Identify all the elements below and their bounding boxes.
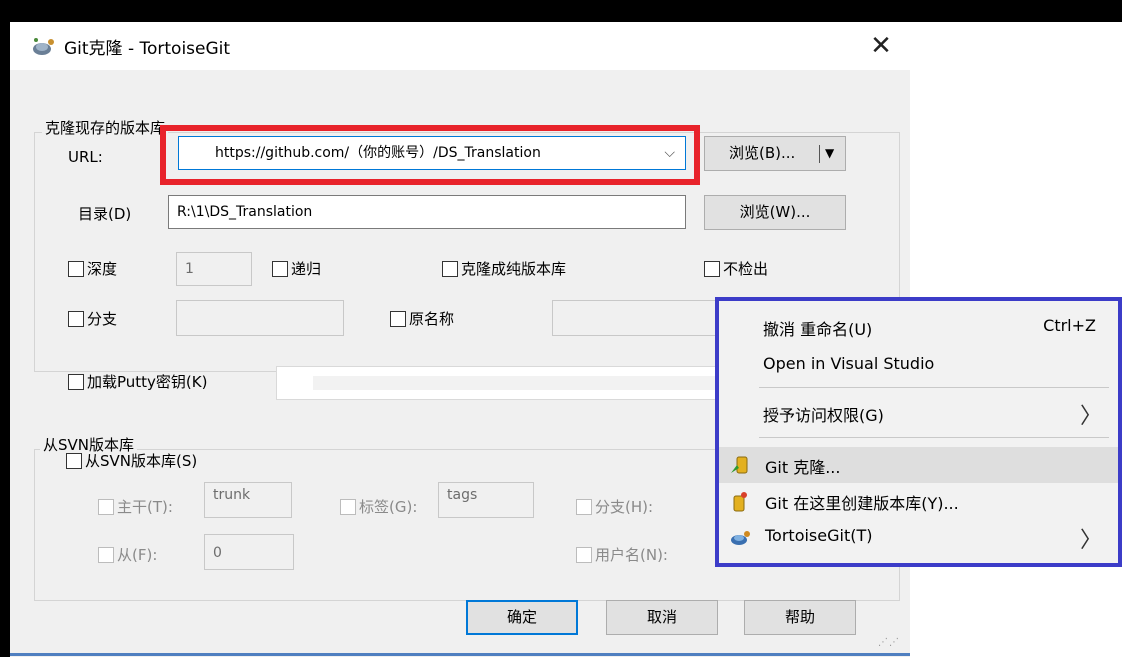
checkbox-box[interactable] — [68, 374, 84, 390]
checkbox-box[interactable] — [576, 547, 592, 563]
bare-label: 克隆成纯版本库 — [461, 260, 567, 278]
browse-w-button[interactable]: 浏览(W)... — [704, 195, 846, 230]
resize-grip-icon[interactable]: ⋰⋰ — [878, 637, 900, 651]
dropdown-arrow-icon[interactable]: ▼ — [825, 137, 834, 170]
background-top — [0, 0, 1122, 22]
url-highlight-box — [160, 125, 700, 185]
from-checkbox[interactable]: 从(F): — [98, 544, 157, 566]
trunk-label: 主干(T): — [117, 498, 173, 516]
branch-checkbox[interactable]: 分支 — [68, 308, 117, 330]
depth-checkbox[interactable]: 深度 — [68, 258, 117, 280]
menu-item-git-create-repo[interactable]: Git 在这里创建版本库(Y)... — [719, 483, 1118, 519]
trunk-input[interactable]: trunk — [204, 482, 292, 518]
dialog-bottom-border — [10, 653, 910, 656]
no-checkout-checkbox[interactable]: 不检出 — [704, 258, 768, 280]
tags-checkbox[interactable]: 标签(G): — [340, 496, 417, 518]
menu-item-label: TortoiseGit(T) — [765, 526, 873, 545]
checkbox-box[interactable] — [576, 499, 592, 515]
menu-separator — [759, 437, 1109, 438]
menu-item-shortcut: Ctrl+Z — [1043, 316, 1096, 335]
directory-label: 目录(D) — [78, 205, 132, 223]
no-checkout-label: 不检出 — [723, 260, 769, 278]
checkbox-box[interactable] — [68, 311, 84, 327]
checkbox-box[interactable] — [340, 499, 356, 515]
svn-branch-label: 分支(H): — [595, 498, 654, 516]
checkbox-box[interactable] — [66, 453, 82, 469]
url-label: URL: — [68, 148, 103, 166]
recursive-label: 递归 — [291, 260, 322, 278]
help-button[interactable]: 帮助 — [744, 600, 856, 635]
close-button[interactable]: ✕ — [858, 28, 904, 64]
menu-item-label: Git 在这里创建版本库(Y)... — [765, 494, 959, 513]
cancel-button[interactable]: 取消 — [606, 600, 718, 635]
checkbox-box[interactable] — [704, 261, 720, 277]
origin-input[interactable] — [552, 300, 732, 336]
context-menu: 撤消 重命名(U) Ctrl+Z Open in Visual Studio 授… — [715, 297, 1122, 567]
menu-item-label: Git 克隆... — [765, 458, 841, 477]
checkbox-box[interactable] — [68, 261, 84, 277]
svn-branch-checkbox[interactable]: 分支(H): — [576, 496, 653, 518]
from-input[interactable]: 0 — [204, 534, 294, 570]
putty-checkbox[interactable]: 加载Putty密钥(K) — [68, 371, 207, 393]
git-create-repo-icon — [733, 492, 747, 512]
chevron-right-icon: 〉 — [1079, 404, 1102, 429]
putty-label: 加载Putty密钥(K) — [87, 373, 208, 391]
directory-input[interactable]: R:\1\DS_Translation — [168, 195, 686, 229]
branch-label: 分支 — [87, 310, 118, 328]
username-checkbox[interactable]: 用户名(N): — [576, 544, 668, 566]
tortoisegit-icon — [33, 38, 54, 55]
menu-item-label: 撤消 重命名(U) — [763, 320, 873, 339]
menu-item-tortoisegit[interactable]: TortoiseGit(T) 〉 — [719, 519, 1118, 555]
checkbox-box[interactable] — [272, 261, 288, 277]
menu-item-label: 授予访问权限(G) — [763, 406, 884, 425]
from-svn-checkbox[interactable]: 从SVN版本库(S) — [66, 450, 197, 472]
ok-button[interactable]: 确定 — [466, 600, 578, 635]
origin-label: 原名称 — [409, 310, 455, 328]
depth-label: 深度 — [87, 260, 118, 278]
menu-separator — [759, 387, 1109, 388]
menu-item-git-clone[interactable]: Git 克隆... — [719, 447, 1118, 483]
putty-key-value — [313, 376, 723, 390]
clone-group-title: 克隆现存的版本库 — [42, 117, 169, 138]
background-left — [0, 0, 10, 657]
menu-item-grant-access[interactable]: 授予访问权限(G) 〉 — [719, 395, 1118, 431]
checkbox-box[interactable] — [390, 311, 406, 327]
from-label: 从(F): — [117, 546, 158, 564]
title-bar[interactable]: Git克隆 - TortoiseGit ✕ — [10, 22, 910, 70]
browse-b-label: 浏览(B)... — [729, 144, 796, 162]
checkbox-box[interactable] — [98, 547, 114, 563]
depth-input[interactable]: 1 — [176, 252, 252, 286]
menu-item-undo-rename[interactable]: 撤消 重命名(U) Ctrl+Z — [719, 309, 1118, 345]
menu-item-open-visual-studio[interactable]: Open in Visual Studio — [719, 347, 1118, 383]
split-divider — [819, 145, 820, 163]
tags-input[interactable]: tags — [438, 482, 534, 518]
trunk-checkbox[interactable]: 主干(T): — [98, 496, 173, 518]
from-svn-label: 从SVN版本库(S) — [85, 452, 198, 470]
menu-item-label: Open in Visual Studio — [763, 354, 935, 373]
tortoisegit-icon — [731, 531, 750, 545]
tags-label: 标签(G): — [359, 498, 418, 516]
checkbox-box[interactable] — [98, 499, 114, 515]
window-title: Git克隆 - TortoiseGit — [64, 39, 231, 59]
checkbox-box[interactable] — [442, 261, 458, 277]
branch-input[interactable] — [176, 300, 344, 336]
chevron-right-icon: 〉 — [1079, 528, 1102, 553]
browse-b-button[interactable]: 浏览(B)... ▼ — [704, 136, 846, 171]
putty-key-input[interactable] — [276, 366, 726, 400]
git-clone-icon — [731, 456, 748, 474]
recursive-checkbox[interactable]: 递归 — [272, 258, 321, 280]
bare-checkbox[interactable]: 克隆成纯版本库 — [442, 258, 566, 280]
origin-checkbox[interactable]: 原名称 — [390, 308, 454, 330]
username-label: 用户名(N): — [595, 546, 668, 564]
